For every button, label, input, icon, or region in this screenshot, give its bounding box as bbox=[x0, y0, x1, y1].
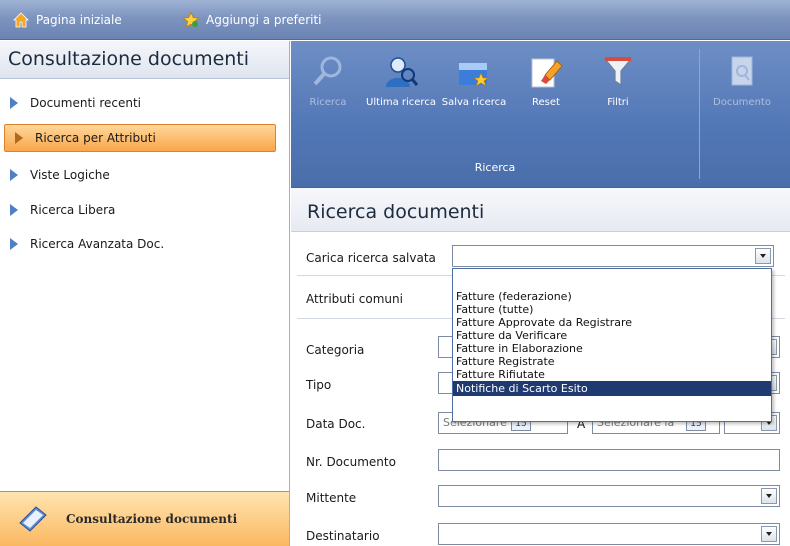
attributi-comuni-label: Attributi comuni bbox=[306, 292, 403, 306]
eraser-icon bbox=[531, 58, 563, 88]
sidebar-item-viste-logiche[interactable]: Viste Logiche bbox=[0, 161, 290, 189]
dropdown-option[interactable]: Fatture da Verificare bbox=[453, 329, 771, 342]
ribbon-separator bbox=[699, 49, 700, 179]
last-search-button-label: Ultima ricerca bbox=[366, 97, 436, 108]
filters-button[interactable]: Filtri bbox=[583, 49, 653, 149]
sidebar: Consultazione documenti Documenti recent… bbox=[0, 41, 290, 546]
nr-documento-input[interactable] bbox=[438, 449, 780, 471]
sidebar-item-label: Documenti recenti bbox=[30, 96, 141, 110]
search-button[interactable]: Ricerca bbox=[293, 49, 363, 149]
sidebar-item-label: Viste Logiche bbox=[30, 168, 110, 182]
dropdown-option[interactable]: Fatture (federazione) bbox=[453, 290, 771, 303]
dropdown-option[interactable]: Fatture Rifiutate bbox=[453, 368, 771, 381]
top-bar: Pagina iniziale Aggiungi a preferiti bbox=[0, 0, 790, 40]
chevron-down-icon[interactable] bbox=[761, 526, 777, 542]
sidebar-item-ricerca-per-attributi[interactable]: Ricerca per Attributi bbox=[4, 124, 276, 152]
mittente-label: Mittente bbox=[306, 491, 357, 505]
add-favorites-link[interactable]: Aggiungi a preferiti bbox=[182, 10, 322, 30]
categoria-label: Categoria bbox=[306, 343, 365, 357]
search-button-label: Ricerca bbox=[309, 97, 347, 108]
tipo-label: Tipo bbox=[306, 378, 332, 392]
chevron-down-icon[interactable] bbox=[761, 488, 777, 504]
home-label: Pagina iniziale bbox=[36, 13, 122, 27]
save-search-button-label: Salva ricerca bbox=[441, 97, 507, 108]
save-search-icon bbox=[459, 63, 489, 87]
last-search-button[interactable]: Ultima ricerca bbox=[366, 49, 436, 149]
sidebar-footer-label: Consultazione documenti bbox=[66, 512, 238, 526]
sidebar-item-label: Ricerca Libera bbox=[30, 203, 116, 217]
arrow-icon bbox=[10, 238, 18, 250]
sidebar-item-label: Ricerca per Attributi bbox=[35, 131, 156, 145]
reset-button[interactable]: Reset bbox=[511, 49, 581, 149]
user-search-icon bbox=[386, 57, 419, 87]
data-doc-label: Data Doc. bbox=[306, 417, 366, 431]
search-icon bbox=[313, 56, 342, 86]
star-icon bbox=[182, 11, 200, 29]
filters-button-label: Filtri bbox=[607, 97, 629, 108]
carica-ricerca-label: Carica ricerca salvata bbox=[306, 251, 436, 265]
filter-icon bbox=[603, 57, 633, 87]
reset-button-label: Reset bbox=[532, 97, 560, 108]
saved-search-select[interactable] bbox=[452, 245, 774, 267]
arrow-icon bbox=[15, 132, 23, 144]
sidebar-title: Consultazione documenti bbox=[0, 41, 289, 79]
destinatario-label: Destinatario bbox=[306, 529, 380, 543]
arrow-icon bbox=[10, 169, 18, 181]
document-button-label: Documento bbox=[713, 97, 771, 108]
arrow-icon bbox=[10, 204, 18, 216]
sidebar-item-ricerca-avanzata[interactable]: Ricerca Avanzata Doc. bbox=[0, 230, 290, 258]
ribbon-toolbar: Ricerca Ultima ricerca Salva ricerca Res… bbox=[291, 41, 790, 188]
document-folder-icon bbox=[16, 501, 50, 538]
dropdown-option[interactable]: Fatture in Elaborazione bbox=[453, 342, 771, 355]
chevron-down-icon[interactable] bbox=[755, 248, 771, 264]
ribbon-group-label: Ricerca bbox=[474, 161, 516, 174]
favorites-label: Aggiungi a preferiti bbox=[206, 13, 322, 27]
home-icon bbox=[12, 11, 30, 29]
sidebar-item-ricerca-libera[interactable]: Ricerca Libera bbox=[0, 196, 290, 224]
saved-search-dropdown-list: Fatture (federazione) Fatture (tutte) Fa… bbox=[452, 268, 772, 422]
document-button[interactable]: Documento bbox=[707, 49, 777, 149]
document-preview-icon bbox=[731, 56, 753, 86]
sidebar-item-label: Ricerca Avanzata Doc. bbox=[30, 237, 165, 251]
arrow-icon bbox=[10, 97, 18, 109]
dropdown-option[interactable]: Fatture Registrate bbox=[453, 355, 771, 368]
page-title: Ricerca documenti bbox=[291, 188, 790, 232]
dropdown-option-selected[interactable]: Notifiche di Scarto Esito bbox=[453, 381, 771, 396]
destinatario-select[interactable] bbox=[438, 523, 780, 545]
mittente-select[interactable] bbox=[438, 485, 780, 507]
save-search-button[interactable]: Salva ricerca bbox=[439, 49, 509, 149]
nr-documento-label: Nr. Documento bbox=[306, 455, 396, 469]
dropdown-option[interactable]: Fatture (tutte) bbox=[453, 303, 771, 316]
dropdown-option[interactable]: Fatture Approvate da Registrare bbox=[453, 316, 771, 329]
home-link[interactable]: Pagina iniziale bbox=[12, 10, 122, 30]
sidebar-item-documenti-recenti[interactable]: Documenti recenti bbox=[0, 89, 290, 117]
sidebar-footer-consultazione[interactable]: Consultazione documenti bbox=[0, 491, 289, 546]
